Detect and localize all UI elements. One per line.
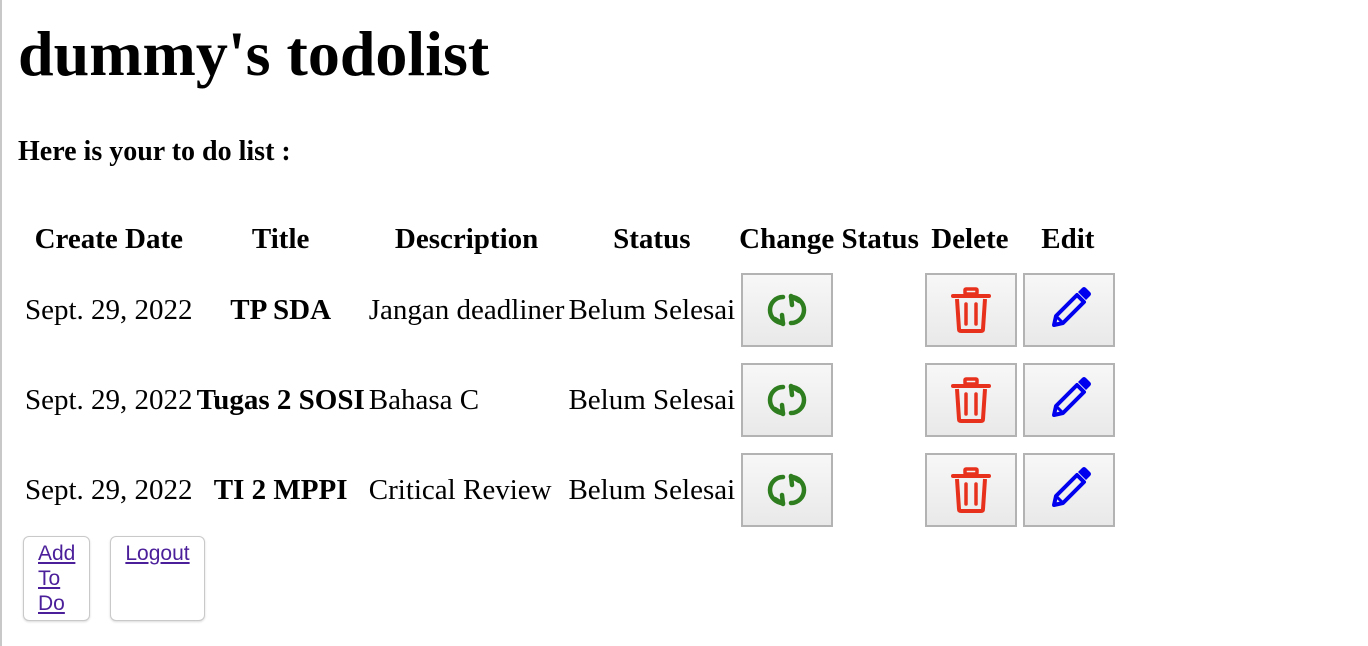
add-todo-button[interactable]: Add To Do: [23, 536, 91, 621]
table-body: Sept. 29, 2022 TP SDA Jangan deadliner B…: [24, 266, 1116, 534]
table-header-row: Create Date Title Description Status Cha…: [24, 214, 1116, 264]
edit-button[interactable]: [1022, 453, 1115, 527]
trash-icon: [950, 287, 991, 333]
change-status-button[interactable]: [741, 453, 834, 527]
pencil-icon: [1045, 286, 1093, 334]
cell-change-status: [738, 356, 920, 444]
header-status: Status: [613, 222, 691, 255]
header-description: Description: [394, 222, 539, 255]
cell-edit: [1020, 446, 1116, 534]
cell-delete: [922, 446, 1018, 534]
cell-title: TI 2 MPPI: [213, 473, 348, 506]
refresh-icon: [766, 469, 808, 511]
cell-status: Belum Selesai: [568, 293, 736, 326]
trash-icon: [950, 467, 991, 513]
pencil-icon: [1045, 466, 1093, 514]
change-status-button[interactable]: [741, 363, 834, 437]
cell-change-status: [738, 266, 920, 354]
cell-change-status: [738, 446, 920, 534]
cell-description: Jangan deadliner: [368, 293, 565, 326]
table-row: Sept. 29, 2022 TP SDA Jangan deadliner B…: [24, 266, 1116, 354]
cell-description: Bahasa C: [368, 383, 480, 416]
delete-button[interactable]: [924, 273, 1017, 347]
refresh-icon: [766, 379, 808, 421]
cell-title: Tugas 2 SOSI: [196, 383, 365, 416]
cell-title: TP SDA: [230, 293, 332, 326]
pencil-icon: [1045, 376, 1093, 424]
header-title: Title: [251, 222, 310, 255]
table-row: Sept. 29, 2022 TI 2 MPPI Critical Review…: [24, 446, 1116, 534]
logout-button[interactable]: Logout: [110, 536, 205, 621]
edit-button[interactable]: [1022, 273, 1115, 347]
cell-delete: [922, 266, 1018, 354]
delete-button[interactable]: [924, 363, 1017, 437]
cell-status: Belum Selesai: [568, 383, 736, 416]
cell-edit: [1020, 266, 1116, 354]
edit-button[interactable]: [1022, 363, 1115, 437]
cell-edit: [1020, 356, 1116, 444]
header-create-date: Create Date: [34, 222, 183, 255]
refresh-icon: [766, 289, 808, 331]
table-row: Sept. 29, 2022 Tugas 2 SOSI Bahasa C Bel…: [24, 356, 1116, 444]
cell-create-date: Sept. 29, 2022: [25, 473, 193, 506]
cell-delete: [922, 356, 1018, 444]
page-subtitle: Here is your to do list :: [18, 136, 291, 167]
cell-create-date: Sept. 29, 2022: [25, 293, 193, 326]
cell-create-date: Sept. 29, 2022: [25, 383, 193, 416]
todo-table: Create Date Title Description Status Cha…: [22, 212, 1118, 536]
header-delete: Delete: [931, 222, 1009, 255]
delete-button[interactable]: [924, 453, 1017, 527]
page-title: dummy's todolist: [18, 18, 490, 89]
header-change-status: Change Status: [739, 222, 919, 255]
cell-description: Critical Review: [368, 473, 552, 506]
bottom-actions: Add To Do Logout: [23, 536, 205, 621]
trash-icon: [950, 377, 991, 423]
change-status-button[interactable]: [741, 273, 834, 347]
cell-status: Belum Selesai: [568, 473, 736, 506]
header-edit: Edit: [1041, 222, 1095, 255]
window-left-border: [0, 0, 2, 646]
